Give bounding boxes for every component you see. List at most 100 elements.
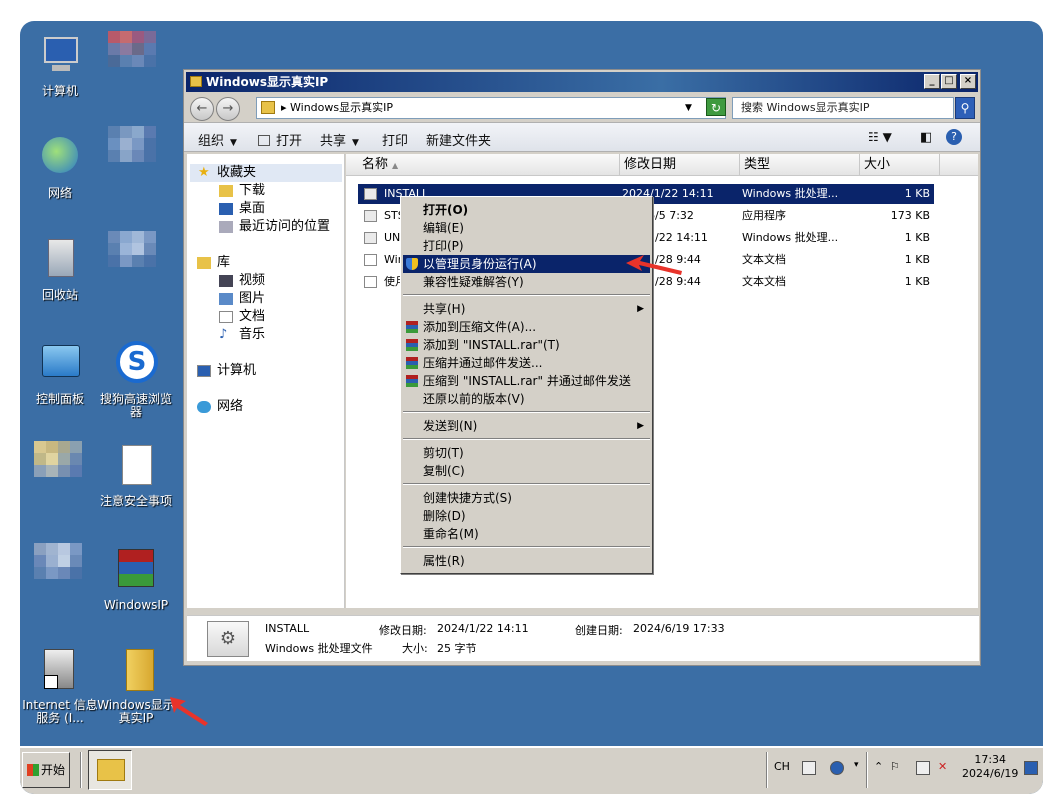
menu-separator	[403, 483, 650, 485]
menu-item-restore-versions[interactable]: 还原以前的版本(V)	[403, 390, 650, 408]
nav-downloads[interactable]: 下载	[217, 182, 265, 200]
batch-file-icon: ⚙	[207, 621, 249, 657]
language-indicator[interactable]: CH	[774, 760, 790, 773]
nav-documents[interactable]: 文档	[217, 308, 265, 326]
desktop-icon-label: 注意安全事项	[99, 494, 172, 508]
preview-pane-icon[interactable]: ◧	[920, 130, 932, 145]
taskbar-explorer-button[interactable]	[88, 750, 132, 790]
view-options-icon[interactable]: ☷ ▼	[868, 130, 892, 144]
desktop-icon-control-panel[interactable]: 控制面板	[20, 341, 100, 406]
start-button[interactable]: 开始	[22, 752, 70, 788]
new-folder-button[interactable]: 新建文件夹	[426, 130, 491, 149]
nav-computer[interactable]: 计算机	[195, 362, 256, 380]
desktop-icon-safety-notes[interactable]: 注意安全事项	[96, 443, 176, 508]
desktop-icon-network[interactable]: 网络	[20, 135, 100, 200]
nav-libraries[interactable]: 库	[195, 254, 230, 272]
search-icon[interactable]: ⚲	[955, 97, 975, 119]
keyboard-icon[interactable]	[802, 761, 816, 775]
star-icon: ★	[198, 165, 210, 180]
sogou-browser-icon: S	[112, 341, 160, 389]
desktop-icon-windows-real-ip-folder[interactable]: Windows显示真实IP	[96, 647, 176, 725]
nav-music[interactable]: ♪ 音乐	[217, 326, 265, 344]
menu-separator	[403, 411, 650, 413]
show-hidden-icons-icon[interactable]: ⌃	[874, 760, 883, 773]
clock[interactable]: 17:34 2024/6/19	[962, 753, 1018, 781]
desktop-icon-sogou-browser[interactable]: S 搜狗高速浏览器	[96, 341, 176, 419]
tray-separator	[766, 752, 768, 788]
menu-item-rename[interactable]: 重命名(M)	[403, 525, 650, 543]
nav-favorites[interactable]: ★ 收藏夹	[190, 164, 342, 182]
column-name[interactable]: 名称 ▲	[346, 154, 620, 176]
menu-item-add-archive[interactable]: 添加到压缩文件(A)...	[403, 318, 650, 336]
column-size[interactable]: 大小	[860, 154, 940, 176]
downloads-icon	[219, 185, 233, 197]
menu-item-copy[interactable]: 复制(C)	[403, 462, 650, 480]
column-type[interactable]: 类型	[740, 154, 860, 176]
desktop-icon-label: 网络	[47, 186, 72, 200]
iis-manager-icon: ↗	[36, 647, 84, 695]
chevron-down-icon: ▼	[230, 138, 237, 148]
menu-item-run-as-admin[interactable]: 以管理员身份运行(A)	[403, 255, 650, 273]
menu-item-print[interactable]: 打印(P)	[403, 237, 650, 255]
desktop-icon-windowsip[interactable]: WindowsIP	[96, 547, 176, 612]
maximize-button[interactable]: □	[941, 74, 957, 89]
desktop-icon-iis[interactable]: ↗ Internet 信息服务 (I...	[20, 647, 100, 725]
recent-places-icon	[219, 221, 233, 233]
menu-item-add-rar[interactable]: 添加到 "INSTALL.rar"(T)	[403, 336, 650, 354]
nav-network[interactable]: 网络	[195, 398, 243, 416]
organize-button[interactable]: 组织 ▼	[198, 130, 237, 149]
search-input[interactable]: 搜索 Windows显示真实IP	[732, 97, 954, 119]
menu-item-share[interactable]: 共享(H) ▶	[403, 300, 650, 318]
menu-item-create-shortcut[interactable]: 创建快捷方式(S)	[403, 489, 650, 507]
menu-item-cut[interactable]: 剪切(T)	[403, 444, 650, 462]
chevron-down-icon[interactable]: ▼	[685, 98, 692, 118]
volume-muted-icon[interactable]: ✕	[938, 760, 947, 773]
menu-item-delete[interactable]: 删除(D)	[403, 507, 650, 525]
open-button[interactable]: 打开	[258, 130, 302, 149]
desktop-icon-label: 计算机	[41, 84, 78, 98]
column-modified[interactable]: 修改日期	[620, 154, 740, 176]
winrar-icon	[406, 375, 418, 387]
folder-icon	[190, 76, 202, 87]
network-tray-icon[interactable]	[916, 761, 930, 775]
help-icon[interactable]	[830, 761, 844, 775]
title-bar[interactable]: Windows显示真实IP _ □ ×	[186, 72, 978, 92]
minimize-button[interactable]: _	[924, 74, 940, 89]
address-bar[interactable]: ▸ Windows显示真实IP ▼	[256, 97, 726, 119]
show-desktop-icon[interactable]	[1024, 761, 1038, 775]
refresh-button[interactable]: ↻	[706, 98, 726, 116]
command-bar: 组织 ▼ 打开 共享 ▼ 打印 新建文件夹 ☷ ▼ ◧ ?	[184, 122, 980, 152]
menu-item-edit[interactable]: 编辑(E)	[403, 219, 650, 237]
menu-separator	[403, 546, 650, 548]
address-text: ▸ Windows显示真实IP	[281, 101, 393, 114]
menu-item-open[interactable]: 打开(O)	[403, 201, 650, 219]
tray-separator	[866, 752, 868, 788]
nav-pictures[interactable]: 图片	[217, 290, 265, 308]
winrar-icon	[406, 321, 418, 333]
column-header: 名称 ▲ 修改日期 类型 大小	[346, 154, 978, 176]
pictures-icon	[219, 293, 233, 305]
nav-recent[interactable]: 最近访问的位置	[217, 218, 330, 236]
menu-item-properties[interactable]: 属性(R)	[403, 552, 650, 570]
menu-item-compress-rar-email[interactable]: 压缩到 "INSTALL.rar" 并通过邮件发送	[403, 372, 650, 390]
close-button[interactable]: ×	[960, 74, 976, 89]
file-size: 1 KB	[904, 231, 930, 244]
share-button[interactable]: 共享 ▼	[320, 130, 359, 149]
desktop-icon-label: 搜狗高速浏览器	[99, 392, 172, 419]
globe-icon	[197, 401, 211, 413]
action-center-flag-icon[interactable]: ⚐	[890, 760, 900, 773]
folder-icon	[261, 101, 275, 114]
chevron-down-icon[interactable]: ▾	[854, 760, 859, 770]
details-created-label: 创建日期:	[575, 624, 623, 637]
help-icon[interactable]: ?	[946, 129, 962, 145]
menu-item-compatibility[interactable]: 兼容性疑难解答(Y)	[403, 273, 650, 291]
nav-desktop[interactable]: 桌面	[217, 200, 265, 218]
desktop-icon-computer[interactable]: 计算机	[20, 33, 100, 98]
back-button[interactable]: ←	[190, 97, 214, 121]
menu-item-send-to[interactable]: 发送到(N) ▶	[403, 417, 650, 435]
desktop-icon-recycle-bin[interactable]: 回收站	[20, 237, 100, 302]
forward-button[interactable]: →	[216, 97, 240, 121]
print-button[interactable]: 打印	[382, 130, 408, 149]
nav-videos[interactable]: 视频	[217, 272, 265, 290]
menu-item-compress-email[interactable]: 压缩并通过邮件发送...	[403, 354, 650, 372]
